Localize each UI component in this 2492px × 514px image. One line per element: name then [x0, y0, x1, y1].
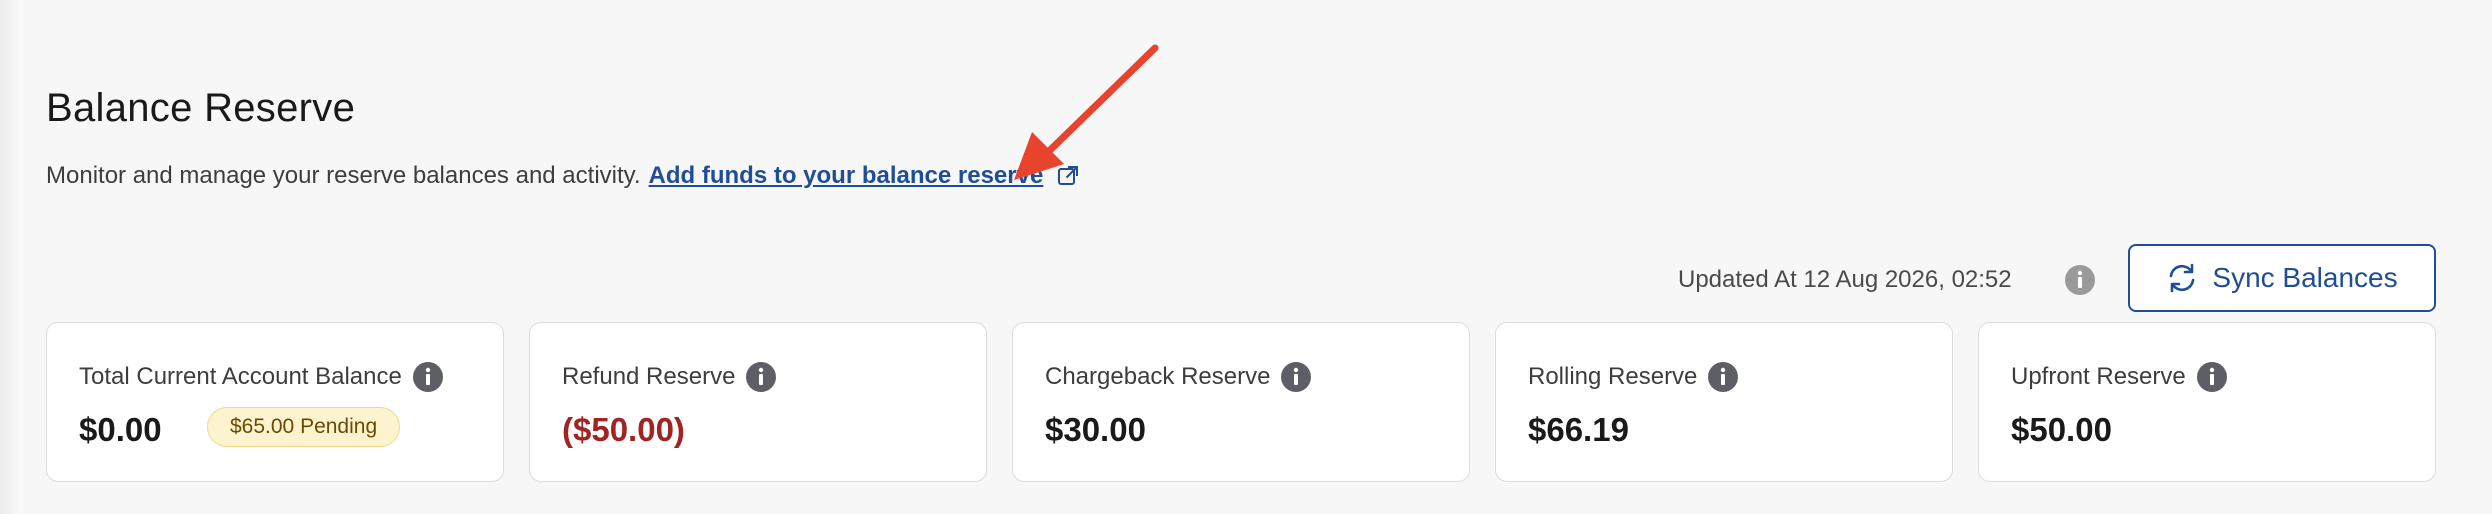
- info-icon[interactable]: [1280, 361, 1312, 393]
- info-icon[interactable]: [2196, 361, 2228, 393]
- card-label-row: Total Current Account Balance: [79, 361, 444, 393]
- page-description: Monitor and manage your reserve balances…: [46, 162, 641, 189]
- sync-icon: [2170, 263, 2195, 293]
- pending-badge: $65.00 Pending: [207, 407, 401, 447]
- balance-reserve-page: Balance Reserve Monitor and manage your …: [0, 0, 2492, 514]
- card-label: Total Current Account Balance: [79, 363, 402, 390]
- card-value: $66.19: [1528, 411, 1629, 448]
- card-label-row: Chargeback Reserve: [1045, 361, 1312, 393]
- page-description-row: Monitor and manage your reserve balances…: [46, 162, 1079, 190]
- sync-button-label: Sync Balances: [2212, 262, 2398, 293]
- info-icon[interactable]: [1707, 361, 1739, 393]
- card-value: $30.00: [1045, 411, 1146, 448]
- card-label: Rolling Reserve: [1528, 363, 1698, 390]
- reserve-cards: Total Current Account Balance $0.00 $65.…: [46, 322, 2436, 482]
- card-label: Chargeback Reserve: [1045, 363, 1271, 390]
- card-total-current-account-balance: Total Current Account Balance $0.00 $65.…: [46, 322, 504, 482]
- card-label: Refund Reserve: [562, 363, 736, 390]
- card-value: $0.00: [79, 411, 162, 448]
- card-label-row: Upfront Reserve: [2011, 361, 2228, 393]
- card-label-row: Rolling Reserve: [1528, 361, 1739, 393]
- page-title: Balance Reserve: [46, 86, 356, 130]
- card-rolling-reserve: Rolling Reserve $66.19: [1495, 322, 1953, 482]
- card-value: $50.00: [2011, 411, 2112, 448]
- card-label-row: Refund Reserve: [562, 361, 777, 393]
- card-refund-reserve: Refund Reserve ($50.00): [529, 322, 987, 482]
- sync-balances-button[interactable]: Sync Balances: [2128, 244, 2436, 312]
- external-link-icon[interactable]: [1057, 165, 1079, 187]
- card-upfront-reserve: Upfront Reserve $50.00: [1978, 322, 2436, 482]
- card-value: ($50.00): [562, 411, 685, 448]
- info-icon[interactable]: [745, 361, 777, 393]
- card-label: Upfront Reserve: [2011, 363, 2186, 390]
- card-chargeback-reserve: Chargeback Reserve $30.00: [1012, 322, 1470, 482]
- updated-at-text: Updated At 12 Aug 2026, 02:52: [1678, 266, 2012, 293]
- updated-row: Updated At 12 Aug 2026, 02:52 Sync Balan…: [0, 244, 2492, 316]
- add-funds-link[interactable]: Add funds to your balance reserve: [649, 162, 1044, 190]
- info-icon[interactable]: [412, 361, 444, 393]
- info-icon[interactable]: [2064, 264, 2096, 296]
